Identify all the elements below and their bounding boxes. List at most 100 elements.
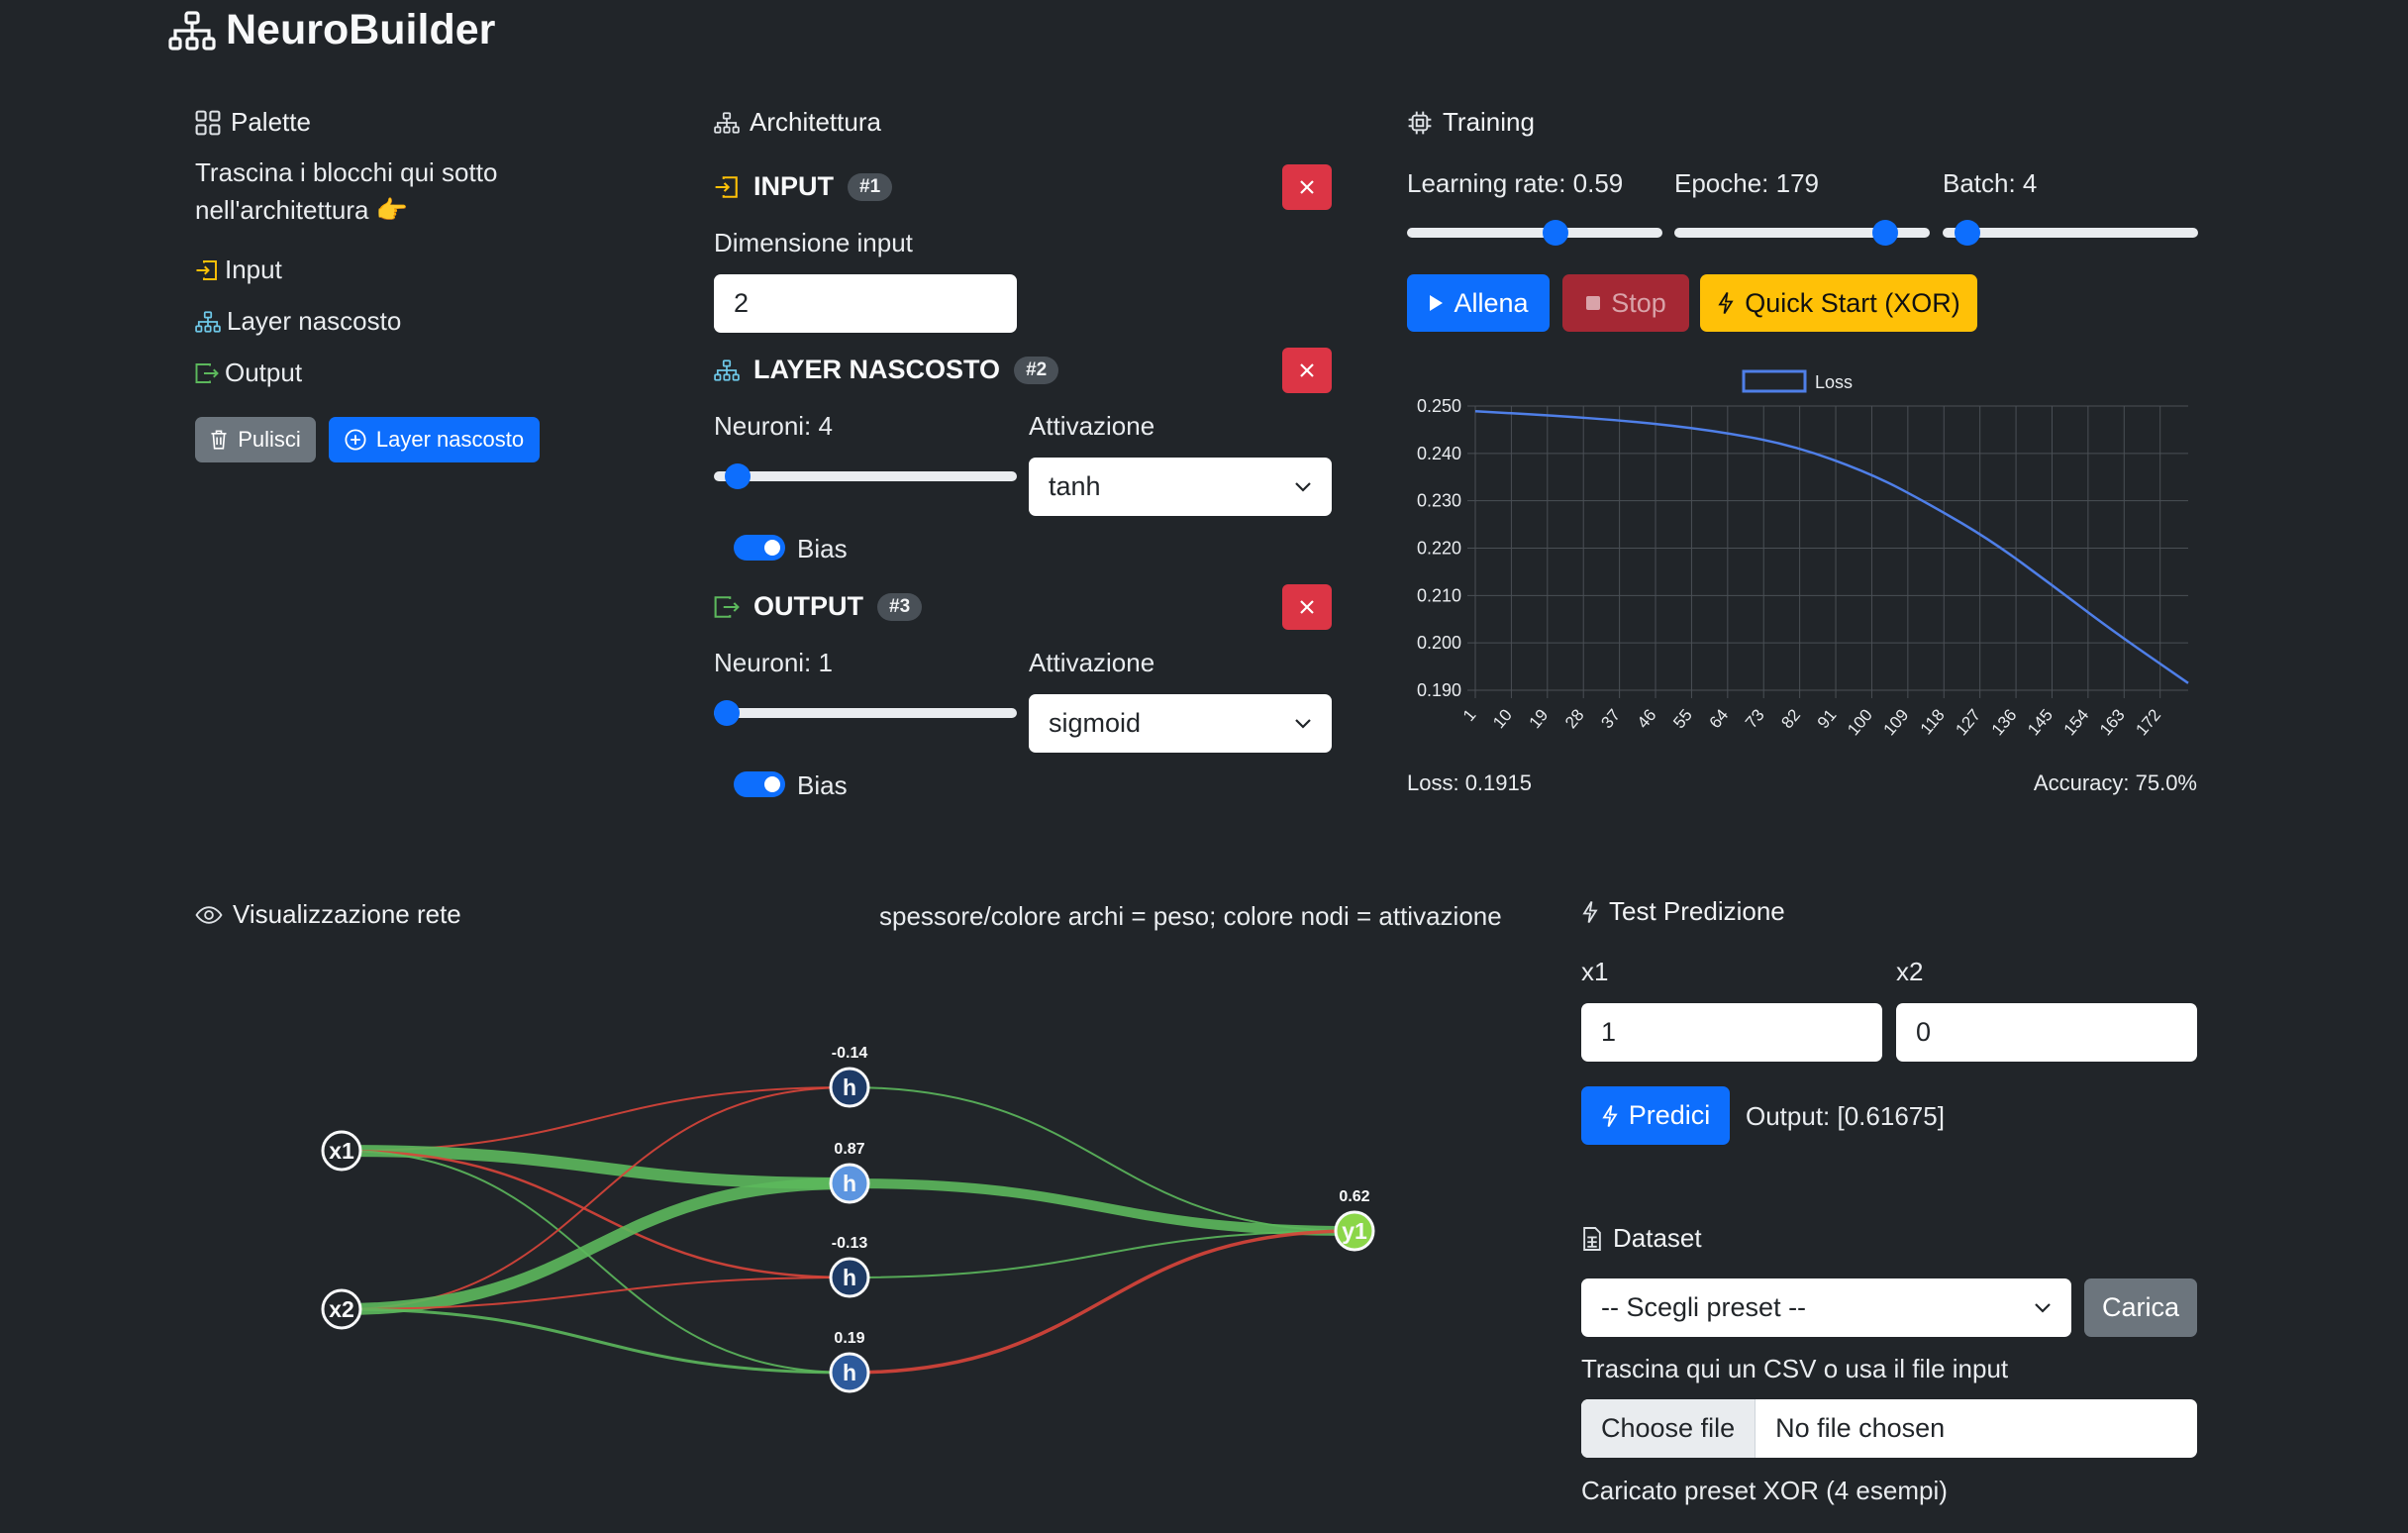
csv-file-input[interactable]: Choose file No file chosen: [1581, 1399, 2197, 1458]
stop-button[interactable]: Stop: [1562, 274, 1689, 332]
network-icon: [168, 10, 216, 51]
dataset-loaded-status: Caricato preset XOR (4 esempi): [1581, 1476, 1948, 1505]
y-tick-label: 0.210: [1417, 585, 1461, 605]
train-button[interactable]: Allena: [1407, 274, 1550, 332]
prediction-title: Test Predizione: [1581, 896, 1785, 927]
remove-output-layer-button[interactable]: [1282, 584, 1332, 630]
edge-hidden-output: [849, 1178, 1355, 1236]
epochs-slider[interactable]: [1674, 220, 1930, 246]
node-activation-value: 0.87: [834, 1141, 864, 1158]
network-graph: x1 x2 h -0.14 h 0.87 h -0.13 h 0.19 y1 0.62: [321, 1045, 1375, 1393]
diagram-icon: [714, 358, 740, 381]
node-activation-value: 0.62: [1339, 1188, 1369, 1205]
hidden-layer-header: LAYER NASCOSTO #2: [714, 355, 1059, 385]
palette-item-output[interactable]: Output: [195, 358, 302, 388]
slider-thumb[interactable]: [714, 700, 740, 726]
file-spreadsheet-icon: [1583, 1226, 1601, 1251]
x-tick-label: 136: [1988, 705, 2021, 739]
diagram-icon: [195, 310, 221, 333]
input-node-label: x2: [329, 1296, 354, 1322]
architecture-title: Architettura: [714, 107, 881, 138]
x2-input[interactable]: 0: [1896, 1003, 2197, 1062]
x-tick-label: 172: [2132, 705, 2164, 739]
choose-file-button[interactable]: Choose file: [1581, 1399, 1756, 1458]
output-bias-toggle[interactable]: [734, 771, 785, 797]
cpu-icon: [1408, 111, 1432, 134]
x2-label: x2: [1896, 957, 1924, 986]
hidden-activation-select[interactable]: tanh: [1029, 458, 1332, 516]
edge-input-hidden: [341, 1086, 851, 1152]
chevron-down-icon: [1295, 718, 1311, 729]
x-tick-label: 127: [1952, 705, 1984, 739]
y-tick-label: 0.250: [1417, 396, 1461, 416]
x-tick-label: 64: [1706, 705, 1733, 732]
x-tick-label: 46: [1634, 705, 1660, 732]
x-tick-label: 163: [2096, 705, 2129, 739]
trash-icon: [211, 430, 227, 450]
edge-input-hidden: [341, 1177, 851, 1315]
node-activation-value: 0.19: [834, 1330, 864, 1347]
network-vis-legend: spessore/colore archi = peso; colore nod…: [879, 901, 1502, 931]
x-tick-label: 37: [1597, 705, 1624, 732]
app-title: NeuroBuilder: [226, 6, 496, 53]
hidden-neurons-slider[interactable]: [714, 463, 1017, 489]
box-arrow-in-icon: [715, 175, 738, 198]
input-node-label: x1: [329, 1138, 354, 1164]
palette-item-input[interactable]: Input: [195, 255, 282, 285]
x-tick-label: 10: [1489, 705, 1516, 732]
edge-hidden-output: [849, 1229, 1355, 1375]
remove-hidden-layer-button[interactable]: [1282, 348, 1332, 393]
y-tick-label: 0.200: [1417, 633, 1461, 653]
chevron-down-icon: [1295, 481, 1311, 492]
slider-thumb[interactable]: [725, 463, 752, 489]
y-tick-label: 0.220: [1417, 539, 1461, 559]
quick-start-button[interactable]: Quick Start (XOR): [1700, 274, 1977, 332]
epochs-label: Epoche: 179: [1674, 168, 1820, 198]
node-activation-value: -0.14: [832, 1045, 868, 1062]
load-preset-button[interactable]: Carica: [2084, 1278, 2197, 1337]
x-tick-label: 91: [1814, 705, 1841, 732]
palette-item-hidden[interactable]: Layer nascosto: [195, 306, 401, 337]
clear-button[interactable]: Pulisci: [195, 417, 316, 462]
network-vis-title: Visualizzazione rete: [195, 899, 461, 930]
layer-badge: #3: [877, 592, 923, 621]
add-hidden-layer-button[interactable]: Layer nascosto: [329, 417, 540, 462]
box-arrow-out-icon: [714, 595, 740, 618]
x-tick-label: 109: [1880, 705, 1913, 739]
preset-select[interactable]: -- Scegli preset --: [1581, 1278, 2071, 1337]
stop-icon: [1586, 296, 1601, 310]
chevron-down-icon: [2035, 1302, 2051, 1313]
slider-thumb[interactable]: [1542, 220, 1568, 246]
learning-rate-slider[interactable]: [1407, 220, 1662, 246]
box-arrow-in-icon: [196, 259, 217, 280]
slider-thumb[interactable]: [1871, 220, 1898, 246]
x-tick-label: 100: [1844, 705, 1876, 739]
input-dimension-field[interactable]: 2: [714, 274, 1017, 333]
hidden-neurons-label: Neuroni: 4: [714, 411, 833, 441]
grid-icon: [195, 110, 221, 135]
slider-thumb[interactable]: [1954, 220, 1980, 246]
x-tick-label: 19: [1526, 705, 1553, 732]
x-tick-label: 28: [1561, 705, 1588, 732]
x1-input[interactable]: 1: [1581, 1003, 1882, 1062]
close-icon: [1300, 600, 1314, 614]
output-neurons-slider[interactable]: [714, 700, 1017, 726]
layer-badge: #1: [848, 172, 893, 201]
hidden-bias-label: Bias: [797, 534, 848, 563]
lightning-icon: [1602, 1104, 1618, 1127]
box-arrow-out-icon: [195, 362, 219, 383]
predict-button[interactable]: Predici: [1581, 1086, 1730, 1145]
batch-slider[interactable]: [1943, 220, 2198, 246]
palette-title: Palette: [195, 107, 311, 138]
x-tick-label: 55: [1669, 705, 1696, 732]
batch-label: Batch: 4: [1943, 168, 2038, 198]
x-tick-label: 73: [1742, 705, 1768, 732]
output-activation-select[interactable]: sigmoid: [1029, 694, 1332, 753]
prediction-output: Output: [0.61675]: [1746, 1101, 1945, 1131]
edge-hidden-output: [849, 1230, 1355, 1278]
edge-input-hidden: [341, 1086, 851, 1310]
remove-input-layer-button[interactable]: [1282, 164, 1332, 210]
close-icon: [1300, 363, 1314, 377]
hidden-bias-toggle[interactable]: [734, 535, 785, 561]
input-layer-header: INPUT #1: [714, 171, 893, 202]
